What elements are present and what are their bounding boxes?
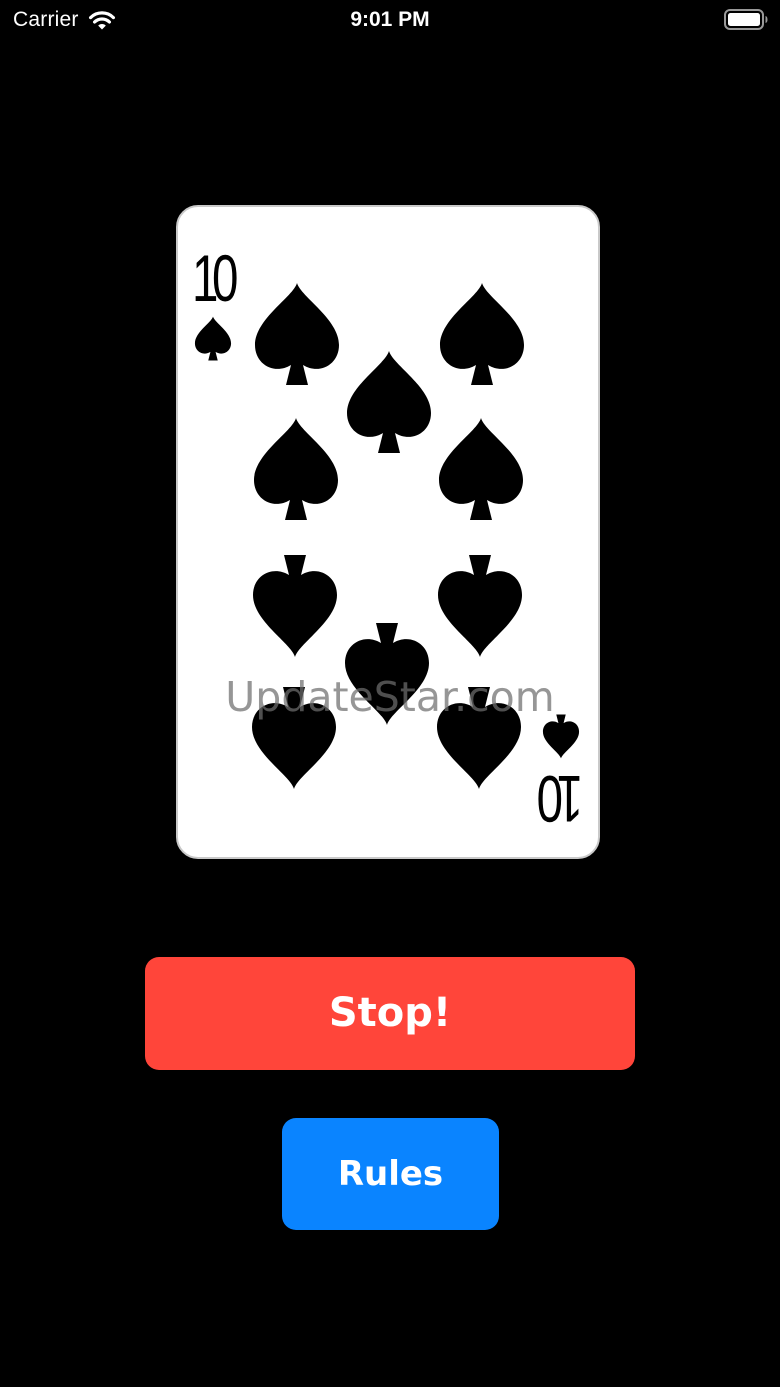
spade-icon	[440, 283, 524, 385]
card-pips	[194, 283, 580, 789]
corner-spade-icon-top	[194, 316, 232, 361]
card-rank-bottom: 10	[543, 762, 583, 836]
spade-icon	[255, 283, 339, 385]
watermark: UpdateStar.com	[225, 673, 555, 721]
battery-full-icon	[724, 9, 768, 30]
card-rank-top: 10	[192, 241, 238, 315]
status-time: 9:01 PM	[350, 8, 430, 31]
stop-button[interactable]: Stop!	[145, 957, 635, 1070]
status-bar: Carrier 9:01 PM	[0, 0, 780, 40]
rules-button[interactable]: Rules	[282, 1118, 499, 1230]
spade-icon	[254, 418, 338, 520]
spade-icon	[438, 555, 522, 657]
spade-icon	[347, 351, 431, 453]
playing-card[interactable]: 10 10 UpdateStar.com	[176, 205, 600, 859]
spade-icon	[253, 555, 337, 657]
spade-icon	[439, 418, 523, 520]
corner-spade-icon-bottom	[542, 714, 580, 759]
